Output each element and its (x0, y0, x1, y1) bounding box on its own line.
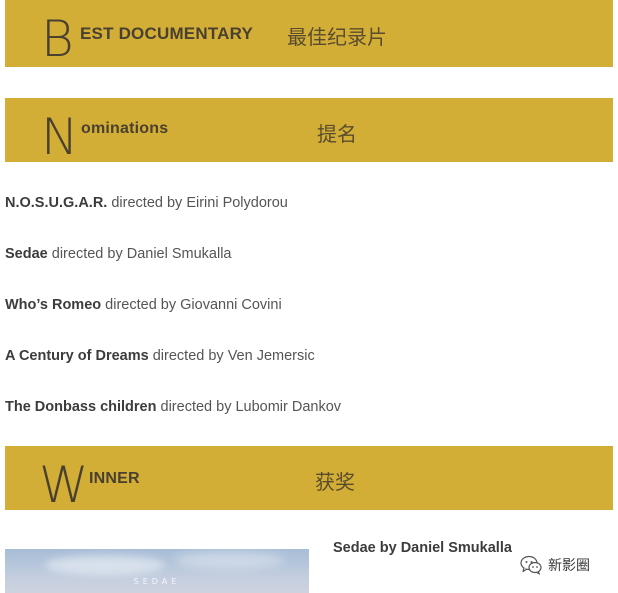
film-title: N.O.S.U.G.A.R. (5, 195, 108, 211)
film-title: The Donbass children (5, 399, 157, 415)
film-director: directed by Ven Jemersic (148, 348, 315, 364)
film-title: Who’s Romeo (5, 297, 102, 313)
list-item: Who’s Romeo directed by Giovanni Covini (5, 294, 341, 345)
list-item: N.O.S.U.G.A.R. directed by Eirini Polydo… (5, 192, 341, 243)
banner-initial: B (41, 10, 74, 67)
best-documentary-banner: B EST DOCUMENTARY 最佳纪录片 (5, 0, 613, 67)
watermark: 新影圈 (520, 555, 590, 575)
winner-banner: W INNER 获奖 (5, 446, 613, 510)
film-director: directed by Giovanni Covini (101, 297, 282, 313)
poster-title: SEDAE (133, 577, 181, 586)
watermark-text: 新影圈 (548, 558, 590, 574)
film-director: directed by Eirini Polydorou (107, 195, 288, 211)
winner-poster-image[interactable]: SEDAE (5, 549, 309, 593)
banner-chinese-heading: 提名 (317, 122, 357, 146)
nominations-list: N.O.S.U.G.A.R. directed by Eirini Polydo… (5, 192, 341, 447)
banner-chinese-heading: 获奖 (315, 470, 355, 494)
nominations-banner: N ominations 提名 (5, 98, 613, 162)
film-title: Sedae (5, 246, 48, 262)
banner-heading: EST DOCUMENTARY (80, 24, 253, 43)
banner-initial: W (39, 456, 89, 510)
film-director: directed by Lubomir Dankov (156, 399, 342, 415)
list-item: The Donbass children directed by Lubomir… (5, 396, 341, 447)
film-title: A Century of Dreams (5, 348, 149, 364)
wechat-icon (520, 555, 542, 575)
banner-initial: N (41, 108, 79, 162)
banner-heading: INNER (89, 470, 140, 487)
list-item: A Century of Dreams directed by Ven Jeme… (5, 345, 341, 396)
banner-heading: ominations (81, 120, 169, 137)
banner-chinese-heading: 最佳纪录片 (287, 25, 387, 49)
film-director: directed by Daniel Smukalla (47, 246, 232, 262)
winner-name: Sedae by Daniel Smukalla (333, 540, 512, 556)
list-item: Sedae directed by Daniel Smukalla (5, 243, 341, 294)
